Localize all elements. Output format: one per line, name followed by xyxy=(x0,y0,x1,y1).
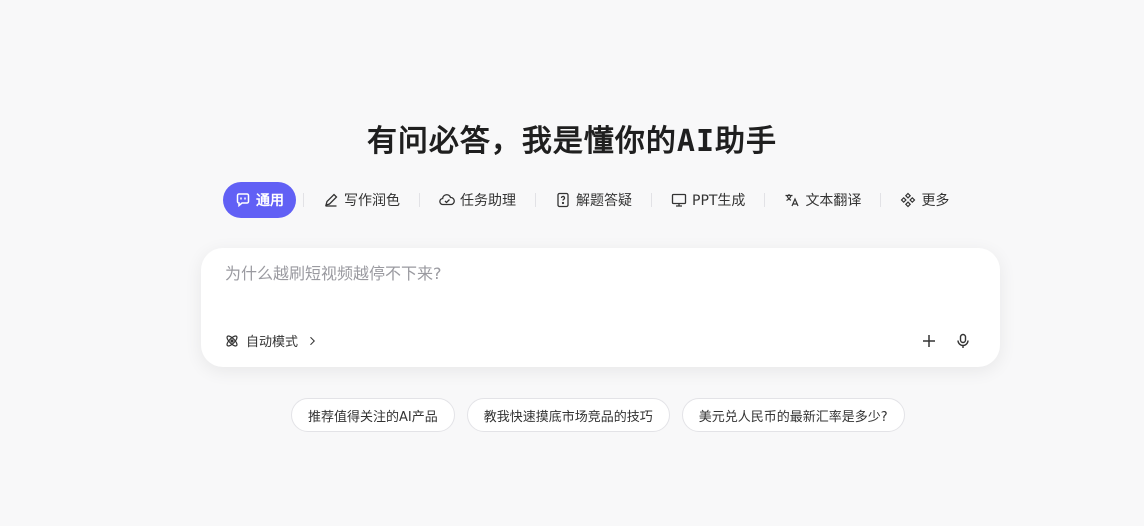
auto-mode-icon xyxy=(226,334,238,347)
plus-icon xyxy=(923,335,935,347)
auto-mode-selector[interactable]: 自动模式 xyxy=(224,331,318,350)
mode-tabs: 通用 写作润色 任务助理 解题答疑 PPT生成 文本翻译 更多 xyxy=(223,182,961,218)
tab-label: 任务助理 xyxy=(460,193,516,209)
add-button[interactable] xyxy=(919,331,939,351)
tab-ppt[interactable]: PPT生成 xyxy=(659,182,757,218)
tab-translate[interactable]: 文本翻译 xyxy=(772,182,873,218)
voice-input-button[interactable] xyxy=(953,331,973,351)
chat-input-placeholder[interactable]: 为什么越刷短视频越停不下来? xyxy=(225,260,442,284)
tab-problem-solving[interactable]: 解题答疑 xyxy=(543,182,644,218)
divider xyxy=(651,193,652,207)
page-title: 有问必答，我是懂你的AI助手 xyxy=(366,124,778,159)
cloud-check-icon xyxy=(439,194,455,206)
suggestion-chip[interactable]: 推荐值得关注的AI产品 xyxy=(291,398,455,432)
tab-writing[interactable]: 写作润色 xyxy=(311,182,412,218)
chevron-right-icon xyxy=(310,336,316,345)
suggestion-chip[interactable]: 教我快速摸底市场竞品的技巧 xyxy=(466,398,670,432)
divider xyxy=(535,193,536,207)
translate-icon xyxy=(785,194,799,207)
suggestion-chip[interactable]: 美元兑人民币的最新汇率是多少? xyxy=(681,398,905,432)
grid-diamond-icon xyxy=(901,192,916,208)
tab-label: 更多 xyxy=(921,193,950,209)
divider xyxy=(880,193,882,207)
question-doc-icon xyxy=(557,192,569,208)
tab-label: 通用 xyxy=(256,193,284,209)
auto-mode-label: 自动模式 xyxy=(246,335,299,350)
chat-input-card[interactable]: 为什么越刷短视频越停不下来? 自动模式 xyxy=(201,248,1000,367)
divider xyxy=(764,193,766,207)
divider xyxy=(419,193,420,207)
divider xyxy=(303,193,304,207)
tab-label: PPT生成 xyxy=(692,193,746,209)
tab-label: 解题答疑 xyxy=(576,193,632,209)
chat-bubble-icon xyxy=(236,193,250,208)
suggestion-list: 推荐值得关注的AI产品 教我快速摸底市场竞品的技巧 美元兑人民币的最新汇率是多少… xyxy=(291,398,905,432)
tab-more[interactable]: 更多 xyxy=(888,182,961,218)
monitor-icon xyxy=(671,193,687,207)
tab-label: 写作润色 xyxy=(344,193,400,209)
microphone-icon xyxy=(957,333,969,348)
tab-general[interactable]: 通用 xyxy=(223,182,296,218)
tab-label: 文本翻译 xyxy=(805,193,862,209)
tab-task-assistant[interactable]: 任务助理 xyxy=(427,182,528,218)
pen-icon xyxy=(325,193,338,207)
